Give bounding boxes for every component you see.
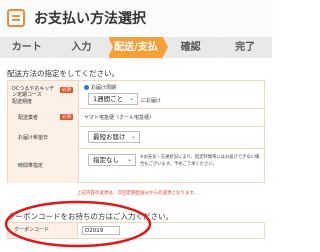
select-value: 最短お届け (93, 133, 126, 141)
step-label: 配送/支払 (114, 42, 158, 53)
page-title: お支払い方法選択 (34, 11, 146, 27)
radio-label: お届け周期 (91, 85, 117, 91)
chevron-down-icon: ⌄ (130, 133, 136, 140)
row-desired-date: お届け希望日 最短お届け ⌄ (8, 126, 264, 149)
carrier-label: 配送業者 (18, 115, 39, 121)
step-cart: カート (0, 37, 59, 58)
coupon-form: クーポンコード D2019 (7, 222, 265, 239)
row-label: DCつるやおキッチン定期コース 必須 配送頻度 (8, 81, 79, 108)
coupon-code-input[interactable]: D2019 (82, 226, 120, 235)
checkout-steps: カート 入力 配送/支払 確認 完了 (0, 37, 273, 58)
frequency-select[interactable]: 1週間ごと ⌄ (88, 93, 138, 105)
step-label: 完了 (235, 42, 256, 53)
coupon-title: クーポンコードをお持ちの方はご入力ください。 (8, 212, 173, 221)
select-value: 指定なし (93, 156, 119, 164)
desired-date-select[interactable]: 最短お届け ⌄ (88, 131, 140, 143)
required-badge: 必須 (60, 87, 73, 93)
time-slot-note: ※お天気・交通状況により、指定時間帯にはお届けできない場合もございます。予めご了… (140, 155, 260, 167)
select-value: 1週間ごと (93, 95, 124, 103)
radio-selected-icon (84, 85, 89, 90)
row-carrier: 配送業者 必須 ヤマト宅急便（クール宅急便） (8, 108, 264, 127)
step-label: カート (11, 42, 42, 53)
row-time-slot: 時間帯指定 指定なし ⌄ ※お天気・交通状況により、指定時間帯にはお届けできない場… (8, 148, 264, 183)
time-slot-label: 時間帯指定 (18, 163, 44, 169)
document-icon (7, 9, 25, 27)
delivery-form: DCつるやおキッチン定期コース 必須 配送頻度 お届け周期 1週間ごと ⌄ にお届… (7, 80, 265, 183)
required-badge: 必須 (60, 114, 73, 120)
frequency-label: 配送頻度 (12, 99, 33, 105)
chevron-down-icon: ⌄ (128, 95, 134, 102)
frequency-suffix: にお届け (141, 98, 162, 104)
desired-date-label: お届け希望日 (18, 135, 49, 141)
course-name: DCつるやおキッチン定期コース (12, 86, 55, 98)
step-input: 入力 (54, 37, 114, 58)
change-notice: 上記内容の変更は、次回定期配送分からの変更となります。 (77, 191, 198, 196)
page-header: お支払い方法選択 (0, 0, 273, 40)
delivery-instruction: 配送方法の指定をしてください。 (7, 69, 120, 78)
step-delivery-payment: 配送/支払 (109, 37, 168, 58)
step-confirm: 確認 (163, 37, 223, 58)
coupon-label: クーポンコード (8, 223, 78, 238)
time-slot-select[interactable]: 指定なし ⌄ (88, 154, 136, 166)
frequency-radio[interactable]: お届け周期 (84, 84, 116, 91)
chevron-down-icon: ⌄ (126, 156, 132, 163)
step-label: 確認 (180, 42, 201, 53)
row-delivery-frequency: DCつるやおキッチン定期コース 必須 配送頻度 お届け周期 1週間ごと ⌄ にお届… (8, 81, 264, 109)
step-complete: 完了 (218, 37, 273, 58)
carrier-value: ヤマト宅急便（クール宅急便） (84, 115, 155, 121)
step-label: 入力 (71, 42, 92, 53)
